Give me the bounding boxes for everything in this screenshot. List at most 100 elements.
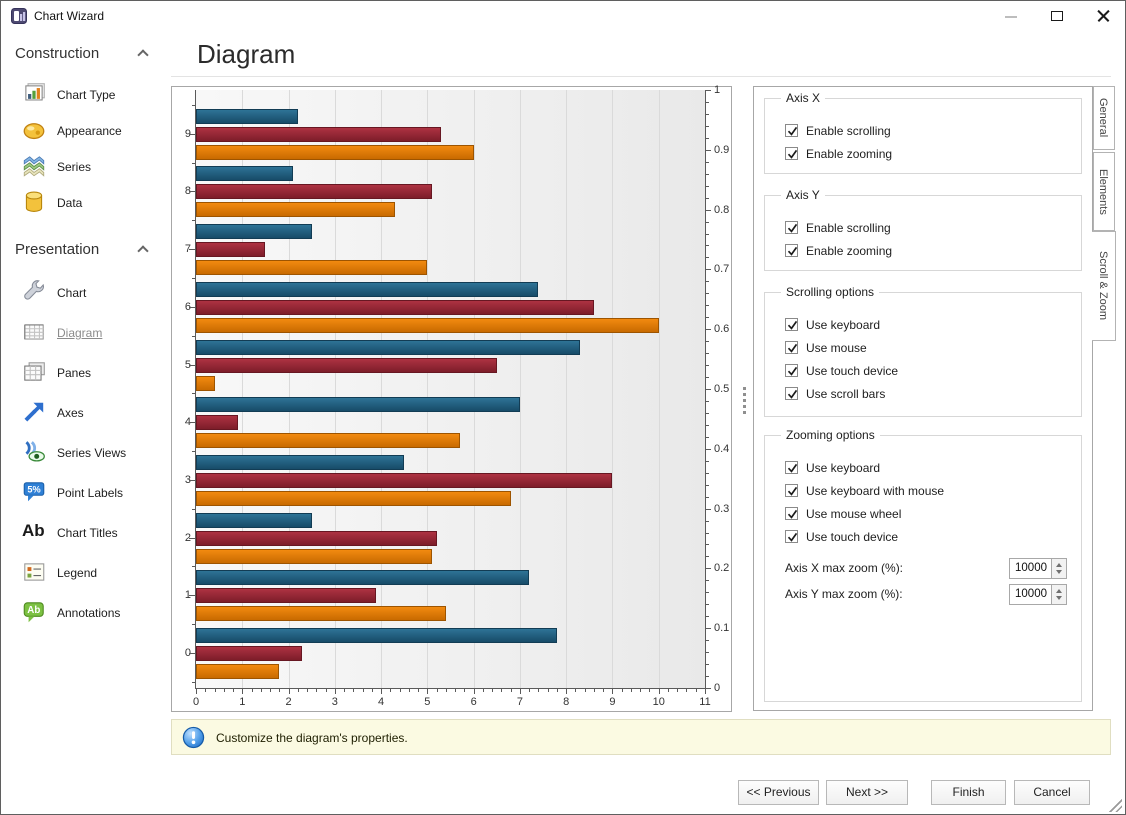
spinner-down-icon[interactable] [1056, 570, 1062, 574]
bar-cat7-red [196, 242, 265, 257]
maximize-button[interactable] [1042, 5, 1072, 27]
checkbox-icon [785, 484, 798, 497]
axes-icon [21, 399, 47, 425]
maximize-icon [1051, 11, 1063, 21]
previous-button[interactable]: << Previous [738, 780, 819, 805]
spinner-buttons[interactable] [1051, 559, 1066, 578]
sidebar-item-point-labels[interactable]: 5%Point Labels [19, 477, 163, 509]
sidebar-item-series-views[interactable]: Series Views [19, 437, 163, 469]
bar-cat3-orange [196, 491, 511, 506]
sidebar-item-diagram[interactable]: Diagram [19, 317, 163, 349]
group-axis-x: Axis XEnable scrollingEnable zooming [764, 98, 1082, 174]
section-header-presentation[interactable]: Presentation [15, 241, 155, 263]
x-axis-tick [520, 689, 521, 694]
tab-scroll-zoom[interactable]: Scroll & Zoom [1092, 231, 1116, 341]
sidebar-item-chart-titles[interactable]: AbChart Titles [19, 517, 163, 549]
x-axis-label: 6 [462, 696, 486, 708]
group-caption: Axis Y [781, 188, 825, 202]
x-axis-tick [381, 689, 382, 694]
checkbox-label: Use keyboard with mouse [806, 484, 944, 498]
bar-cat5-red [196, 358, 497, 373]
checkbox-label: Use keyboard [806, 461, 880, 475]
splitter-dot [743, 411, 746, 414]
sidebar-item-appearance[interactable]: Appearance [19, 115, 163, 147]
bar-cat6-blue [196, 282, 538, 297]
x-axis-label: 5 [415, 696, 439, 708]
secondary-axis-tick [706, 509, 711, 510]
spinner-down-icon[interactable] [1056, 596, 1062, 600]
x-axis-label: 4 [369, 696, 393, 708]
point-labels-icon: 5% [21, 479, 47, 505]
collapse-chevron-icon [137, 245, 148, 256]
bar-cat9-orange [196, 145, 474, 160]
group-caption: Axis X [781, 91, 825, 105]
secondary-axis-tick [706, 150, 711, 151]
bar-cat9-red [196, 127, 441, 142]
y-axis-tick [189, 307, 195, 308]
section-header-construction[interactable]: Construction [15, 45, 155, 67]
x-axis-label: 8 [554, 696, 578, 708]
chart-preview[interactable]: 01234567890123456789101100.10.20.30.40.5… [171, 86, 732, 712]
title-bar: Chart Wizard [1, 1, 1125, 31]
secondary-axis-tick [706, 628, 711, 629]
spinner-axis-x-max-zoom[interactable]: 10000 [1009, 558, 1067, 579]
bar-cat4-orange [196, 433, 460, 448]
checkbox-label: Use touch device [806, 530, 898, 544]
x-axis-tick [705, 689, 706, 694]
checkbox-icon [785, 530, 798, 543]
secondary-axis-label: 0.7 [714, 263, 729, 275]
y-axis-tick [189, 191, 195, 192]
minimize-button[interactable] [996, 5, 1026, 27]
y-axis-tick [189, 595, 195, 596]
sidebar-item-data[interactable]: Data [19, 187, 163, 219]
spinner-up-icon[interactable] [1056, 563, 1062, 567]
spinner-buttons[interactable] [1051, 585, 1066, 604]
bar-cat1-blue [196, 570, 529, 585]
series-views-icon [21, 439, 47, 465]
gridline [659, 90, 660, 688]
bar-cat6-orange [196, 318, 659, 333]
cancel-button[interactable]: Cancel [1014, 780, 1090, 805]
sidebar-item-series[interactable]: Series [19, 151, 163, 183]
gridline [566, 90, 567, 688]
finish-button[interactable]: Finish [931, 780, 1006, 805]
checkbox-label: Use mouse wheel [806, 507, 901, 521]
sidebar-item-chart[interactable]: Chart [19, 277, 163, 309]
checkbox-icon [785, 364, 798, 377]
annotations-icon: Ab [21, 599, 47, 625]
secondary-axis-label: 0.9 [714, 144, 729, 156]
checkbox-icon [785, 341, 798, 354]
sidebar-item-label: Series Views [57, 446, 126, 460]
resize-grip[interactable] [1107, 797, 1122, 812]
splitter-dot [743, 393, 746, 396]
spinner-label-axis-x-max-zoom: Axis X max zoom (%): [785, 561, 903, 575]
checkbox-label: Use mouse [806, 341, 867, 355]
checkbox-icon [785, 221, 798, 234]
secondary-axis-tick [706, 269, 711, 270]
info-bar: Customize the diagram's properties. [171, 719, 1111, 755]
sidebar-item-axes[interactable]: Axes [19, 397, 163, 429]
spinner-up-icon[interactable] [1056, 589, 1062, 593]
secondary-axis-tick [706, 688, 711, 689]
sidebar-item-annotations[interactable]: AbAnnotations [19, 597, 163, 629]
sidebar-item-legend[interactable]: Legend [19, 557, 163, 589]
tab-label: General [1092, 98, 1114, 137]
sidebar-item-panes[interactable]: Panes [19, 357, 163, 389]
sidebar-item-label: Diagram [57, 326, 102, 340]
x-axis-tick [566, 689, 567, 694]
tab-general[interactable]: General [1093, 86, 1115, 150]
group-caption: Zooming options [781, 428, 880, 442]
x-axis-label: 2 [277, 696, 301, 708]
panel-splitter[interactable] [739, 86, 749, 712]
close-button[interactable] [1088, 5, 1118, 27]
checkbox-icon [785, 147, 798, 160]
tab-elements[interactable]: Elements [1093, 152, 1115, 231]
spinner-axis-y-max-zoom[interactable]: 10000 [1009, 584, 1067, 605]
bar-cat1-orange [196, 606, 446, 621]
y-axis-tick [189, 480, 195, 481]
next-button[interactable]: Next >> [826, 780, 908, 805]
sidebar-item-chart-type[interactable]: Chart Type [19, 79, 163, 111]
secondary-axis-label: 0.4 [714, 443, 729, 455]
secondary-axis-tick [706, 329, 711, 330]
chart-icon [21, 279, 47, 305]
